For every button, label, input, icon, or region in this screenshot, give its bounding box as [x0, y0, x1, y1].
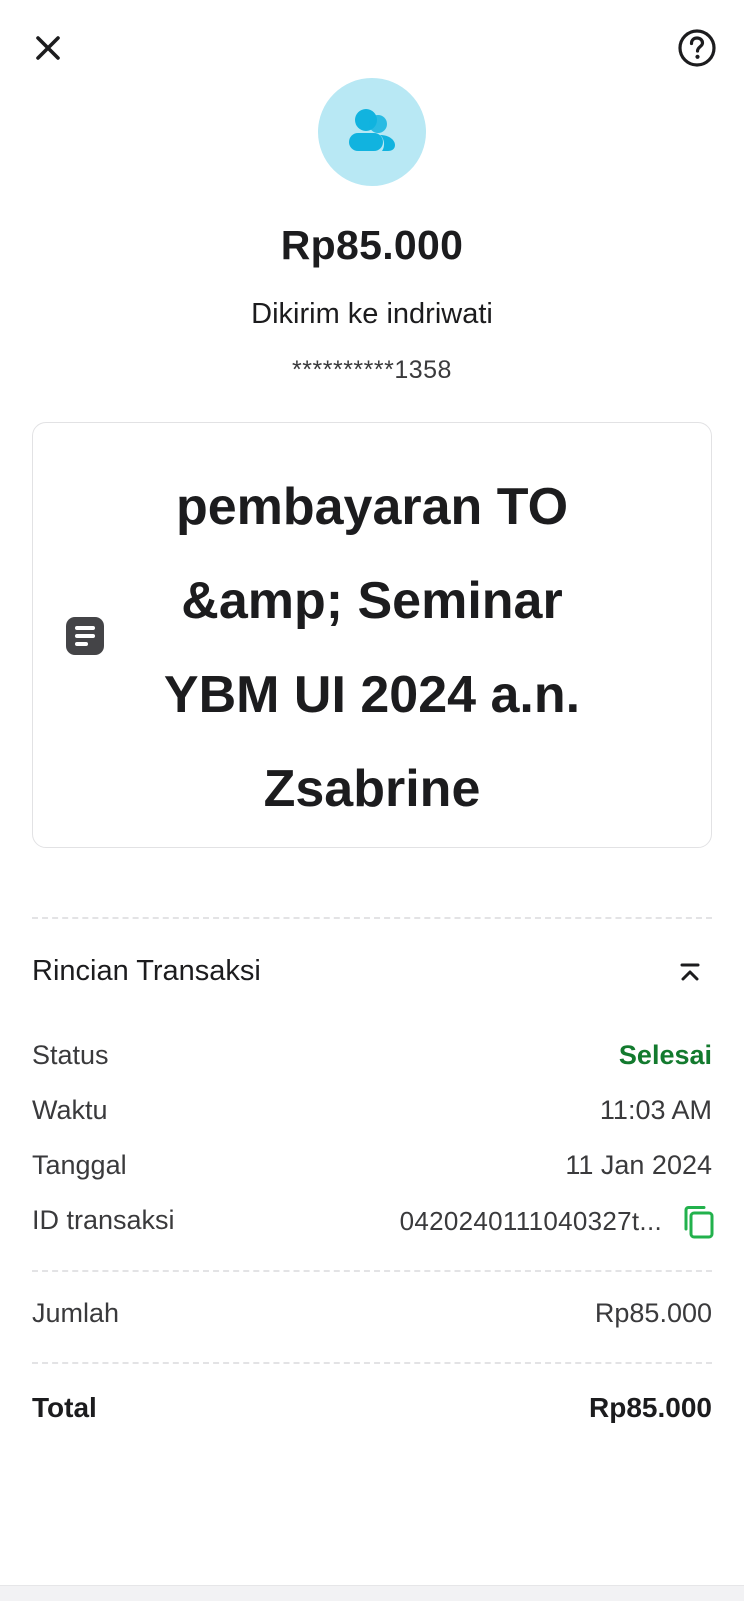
help-circle-icon — [678, 29, 716, 67]
transaction-id-value: 0420240111040327t... — [399, 1206, 662, 1236]
transfer-amount: Rp85.000 — [280, 222, 464, 268]
amount-value: Rp85.000 — [594, 1298, 712, 1328]
divider — [32, 1362, 712, 1364]
note-icon — [66, 617, 104, 655]
people-icon — [349, 109, 395, 151]
transfer-note: pembayaran TO &amp; Seminar YBM UI 2024 … — [163, 478, 581, 818]
divider — [32, 917, 712, 919]
recipient-name: Dikirim ke indriwati — [251, 298, 493, 330]
details-section-title: Rincian Transaksi — [32, 955, 261, 987]
divider — [32, 1270, 712, 1272]
chevron-up-collapse-icon — [680, 963, 700, 981]
total-value: Rp85.000 — [589, 1392, 712, 1423]
transaction-id-label: ID transaksi — [32, 1205, 175, 1235]
copy-icon — [684, 1206, 714, 1239]
time-value: 11:03 AM — [599, 1095, 712, 1125]
amount-label: Jumlah — [32, 1298, 120, 1328]
close-icon — [36, 36, 60, 60]
status-label: Status — [32, 1040, 109, 1070]
status-badge: Selesai — [618, 1040, 712, 1070]
bottom-bar — [0, 1585, 744, 1601]
help-button[interactable] — [676, 27, 718, 69]
date-label: Tanggal — [32, 1150, 127, 1180]
total-label: Total — [32, 1392, 97, 1423]
collapse-details-button[interactable] — [672, 955, 708, 991]
close-button[interactable] — [26, 26, 70, 70]
recipient-account-number: **********1358 — [292, 356, 452, 384]
recipient-avatar — [318, 78, 426, 186]
time-label: Waktu — [32, 1095, 108, 1125]
date-value: 11 Jan 2024 — [565, 1150, 712, 1180]
copy-transaction-id-button[interactable] — [682, 1204, 716, 1240]
